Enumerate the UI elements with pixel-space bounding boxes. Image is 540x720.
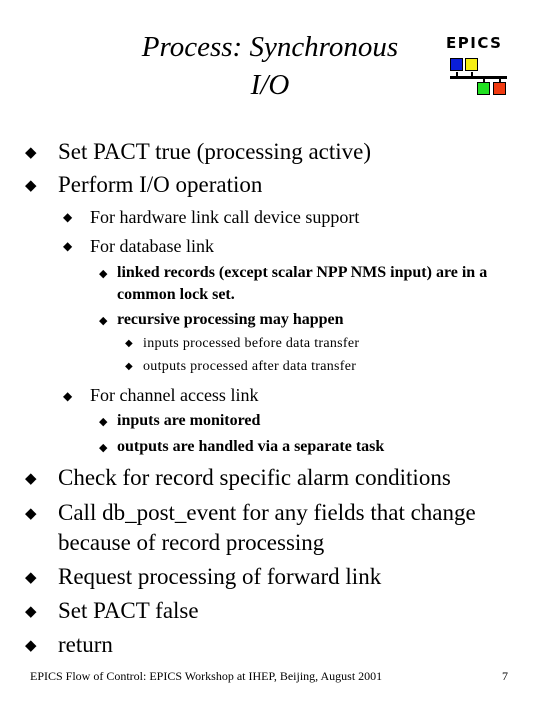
diamond-bullet-icon: ◆ xyxy=(63,389,73,403)
diamond-bullet-icon: ◆ xyxy=(125,361,133,372)
diamond-bullet-icon: ◆ xyxy=(99,268,108,280)
list-item: inputs processed before data transfer xyxy=(143,336,360,351)
diamond-bullet-icon: ◆ xyxy=(99,442,108,454)
slide-title: Process: Synchronous I/O xyxy=(110,28,430,104)
list-item: Perform I/O operation xyxy=(58,172,263,197)
diamond-bullet-icon: ◆ xyxy=(125,338,133,349)
title-line-2: I/O xyxy=(250,69,290,101)
diamond-bullet-icon: ◆ xyxy=(25,570,37,586)
red-square-icon xyxy=(493,82,506,95)
diamond-bullet-icon: ◆ xyxy=(25,638,37,654)
footer-text: EPICS Flow of Control: EPICS Workshop at… xyxy=(30,669,383,683)
page-number: 7 xyxy=(502,669,508,683)
list-item: inputs are monitored xyxy=(117,412,261,429)
list-item: recursive processing may happen xyxy=(117,311,344,328)
list-item: return xyxy=(58,632,113,657)
list-item: For hardware link call device support xyxy=(90,207,360,227)
diamond-bullet-icon: ◆ xyxy=(99,315,108,327)
diamond-bullet-icon: ◆ xyxy=(99,416,108,428)
list-item: Check for record specific alarm conditio… xyxy=(58,465,451,490)
list-item-line-2: common lock set. xyxy=(117,286,235,303)
diamond-bullet-icon: ◆ xyxy=(25,604,37,620)
list-item-line-1: linked records (except scalar NPP NMS in… xyxy=(117,264,488,281)
green-square-icon xyxy=(477,82,490,95)
yellow-square-icon xyxy=(465,58,478,71)
list-item-line-1: Call db_post_event for any fields that c… xyxy=(58,500,476,525)
epics-logo: EPICS xyxy=(440,34,520,104)
list-item: outputs processed after data transfer xyxy=(143,359,357,374)
logo-text: EPICS xyxy=(446,34,503,52)
diamond-bullet-icon: ◆ xyxy=(25,145,37,161)
diamond-bullet-icon: ◆ xyxy=(63,239,73,253)
diamond-bullet-icon: ◆ xyxy=(25,506,37,522)
list-item: Set PACT true (processing active) xyxy=(58,139,372,164)
list-item: Set PACT false xyxy=(58,598,199,623)
list-item: Request processing of forward link xyxy=(58,564,382,589)
title-line-1: Process: Synchronous xyxy=(141,31,399,63)
diamond-bullet-icon: ◆ xyxy=(25,178,37,194)
list-item-line-2: because of record processing xyxy=(58,530,325,555)
diamond-bullet-icon: ◆ xyxy=(63,210,73,224)
list-item: outputs are handled via a separate task xyxy=(117,438,385,455)
blue-square-icon xyxy=(450,58,463,71)
diamond-bullet-icon: ◆ xyxy=(25,471,37,487)
list-item: For channel access link xyxy=(90,385,259,405)
list-item: For database link xyxy=(90,236,214,256)
